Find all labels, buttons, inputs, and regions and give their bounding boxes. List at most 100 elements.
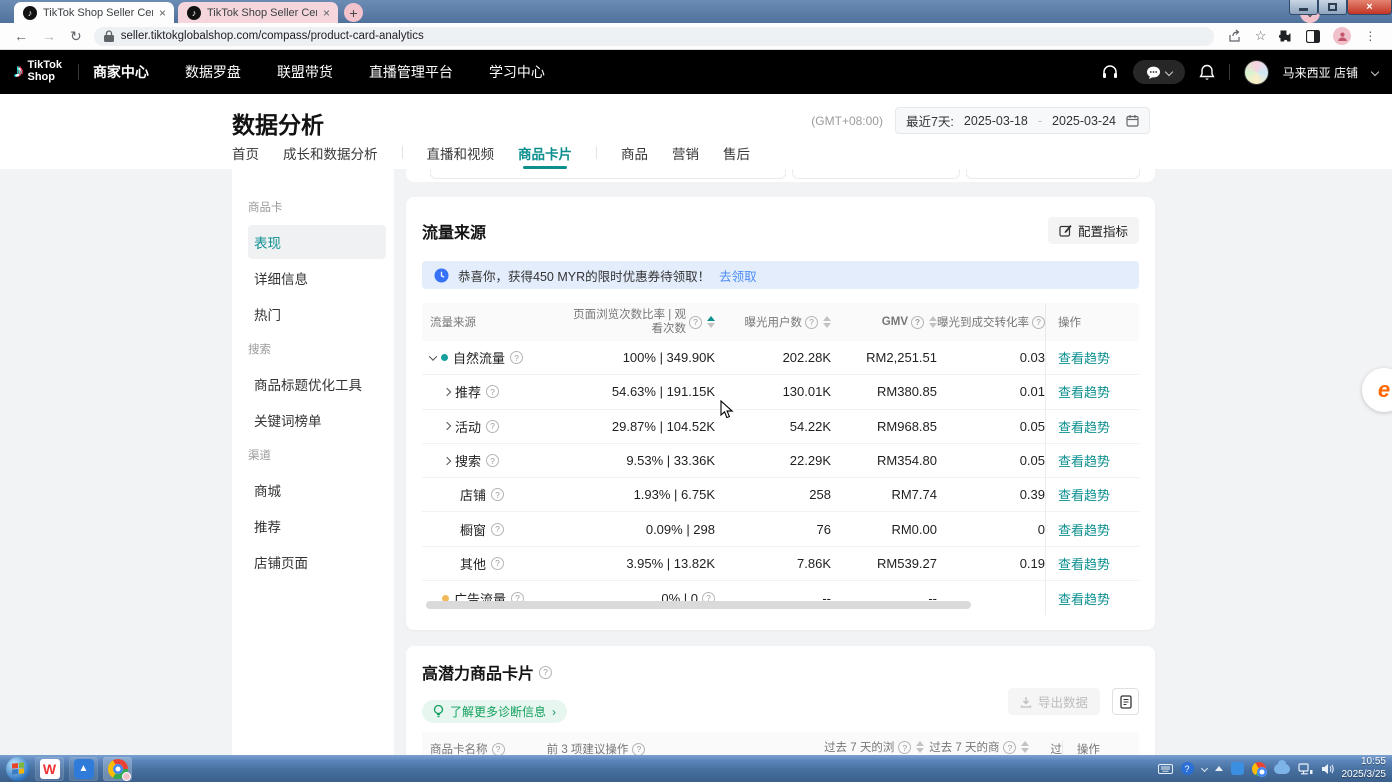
info-icon[interactable]: ? xyxy=(911,316,924,329)
col-users[interactable]: 曝光用户数 ? xyxy=(715,314,831,330)
close-window-button[interactable]: × xyxy=(1347,0,1392,15)
sidebar-item-shop-page[interactable]: 店铺页面 xyxy=(248,545,386,579)
tab-after-sales[interactable]: 售后 xyxy=(723,143,750,172)
info-icon[interactable]: ? xyxy=(539,666,552,679)
input-keyboard-icon[interactable] xyxy=(1158,764,1173,774)
tray-chrome-icon[interactable] xyxy=(1252,762,1266,776)
info-icon[interactable]: ? xyxy=(1032,316,1045,329)
network-icon[interactable] xyxy=(1298,763,1313,775)
cloud-icon[interactable] xyxy=(1274,764,1290,774)
coupon-banner-text: 恭喜你，获得450 MYR的限时优惠券待领取！ xyxy=(458,266,710,285)
nav-learning-center[interactable]: 学习中心 xyxy=(489,62,545,82)
tab-growth-analytics[interactable]: 成长和数据分析 xyxy=(283,143,378,172)
extensions-puzzle-icon[interactable] xyxy=(1279,29,1293,43)
tab-home[interactable]: 首页 xyxy=(232,143,259,172)
info-icon[interactable]: ? xyxy=(491,523,504,536)
tab-products[interactable]: 商品 xyxy=(621,143,648,172)
taskbar-app-button[interactable]: ▲ xyxy=(69,757,98,781)
start-button[interactable] xyxy=(6,757,30,781)
info-icon[interactable]: ? xyxy=(486,454,499,467)
new-tab-button[interactable]: + xyxy=(344,3,363,22)
tray-app-icon[interactable] xyxy=(1231,762,1244,775)
messages-button[interactable] xyxy=(1133,60,1185,84)
claim-coupon-link[interactable]: 去领取 xyxy=(719,266,757,285)
share-icon[interactable] xyxy=(1228,29,1242,43)
sidebar-item-keyword-ranking[interactable]: 关键词榜单 xyxy=(248,403,386,437)
configure-metrics-button[interactable]: 配置指标 xyxy=(1048,217,1139,244)
info-icon[interactable]: ? xyxy=(510,351,523,364)
minimize-button[interactable] xyxy=(1289,0,1318,15)
view-trend-link[interactable]: 查看趋势 xyxy=(1058,417,1110,436)
close-tab-icon[interactable]: × xyxy=(159,7,166,19)
info-icon[interactable]: ? xyxy=(1003,741,1016,754)
info-icon[interactable]: ? xyxy=(486,385,499,398)
chevron-down-icon[interactable] xyxy=(1371,68,1379,76)
bookmark-star-icon[interactable]: ☆ xyxy=(1255,28,1267,44)
info-icon[interactable]: ? xyxy=(689,316,702,329)
info-icon[interactable]: ? xyxy=(898,741,911,754)
browser-tab-1[interactable]: ♪ TikTok Shop Seller Center | Cr × xyxy=(14,2,174,23)
tray-chevron-icon[interactable] xyxy=(1200,765,1207,772)
col-conversion[interactable]: 曝光到成交转化率 ? xyxy=(937,314,1045,330)
tab-live-video[interactable]: 直播和视频 xyxy=(427,143,495,172)
speaker-icon[interactable] xyxy=(1321,763,1334,775)
tab-product-card[interactable]: 商品卡片 xyxy=(518,143,572,172)
info-icon[interactable]: ? xyxy=(632,743,645,756)
nav-data-compass[interactable]: 数据罗盘 xyxy=(185,62,241,82)
forward-icon[interactable]: → xyxy=(42,28,56,44)
view-trend-link[interactable]: 查看趋势 xyxy=(1058,451,1110,470)
chevron-right-icon: › xyxy=(552,705,556,719)
support-headset-icon[interactable] xyxy=(1101,63,1119,81)
view-trend-link[interactable]: 查看趋势 xyxy=(1058,554,1110,573)
date-range-picker[interactable]: 最近7天: 2025-03-18 - 2025-03-24 xyxy=(895,107,1150,134)
profile-avatar[interactable] xyxy=(1333,27,1351,45)
diagnosis-link[interactable]: 了解更多诊断信息 › xyxy=(422,700,567,723)
nav-affiliate[interactable]: 联盟带货 xyxy=(277,62,333,82)
col-gmv[interactable]: GMV ? xyxy=(831,316,937,329)
expand-icon[interactable] xyxy=(443,456,451,464)
sidebar-item-recommend[interactable]: 推荐 xyxy=(248,509,386,543)
browser-menu-icon[interactable]: ⋮ xyxy=(1364,29,1376,43)
export-data-button[interactable]: 导出数据 xyxy=(1008,688,1100,715)
tab-marketing[interactable]: 营销 xyxy=(672,143,699,172)
view-trend-link[interactable]: 查看趋势 xyxy=(1058,382,1110,401)
view-trend-link[interactable]: 查看趋势 xyxy=(1058,520,1110,539)
help-icon[interactable]: ? xyxy=(1181,762,1194,775)
horizontal-scrollbar[interactable] xyxy=(426,601,971,609)
col-ratio[interactable]: 页面浏览次数比率 | 观看次数 ? xyxy=(557,308,715,337)
sidebar-item-performance[interactable]: 表现 xyxy=(248,225,386,259)
maximize-button[interactable] xyxy=(1318,0,1347,15)
show-hidden-icons[interactable] xyxy=(1215,766,1223,771)
sidebar-item-title-optimizer[interactable]: 商品标题优化工具 xyxy=(248,367,386,401)
info-icon[interactable]: ? xyxy=(491,488,504,501)
chat-bubble-icon xyxy=(1146,66,1161,79)
table-row-recommend: 推荐? 54.63% | 191.15K 130.01K RM380.85 0.… xyxy=(422,375,1139,409)
taskbar-wps-button[interactable]: W xyxy=(35,757,64,781)
nav-live-manager[interactable]: 直播管理平台 xyxy=(369,62,453,82)
back-icon[interactable]: ← xyxy=(14,28,28,44)
view-trend-link[interactable]: 查看趋势 xyxy=(1058,485,1110,504)
browser-tab-2[interactable]: ♪ TikTok Shop Seller Center | Cr × xyxy=(178,2,338,23)
reload-icon[interactable]: ↻ xyxy=(70,28,82,45)
sidebar-item-details[interactable]: 详细信息 xyxy=(248,261,386,295)
info-icon[interactable]: ? xyxy=(491,557,504,570)
info-icon[interactable]: ? xyxy=(486,420,499,433)
expand-icon[interactable] xyxy=(443,422,451,430)
info-icon[interactable]: ? xyxy=(492,743,505,756)
expand-icon[interactable] xyxy=(443,388,451,396)
nav-seller-center[interactable]: 商家中心 xyxy=(93,62,149,82)
report-list-button[interactable] xyxy=(1112,688,1139,715)
sidebar-item-mall[interactable]: 商城 xyxy=(248,473,386,507)
collapse-icon[interactable] xyxy=(429,352,437,360)
address-bar[interactable]: seller.tiktokglobalshop.com/compass/prod… xyxy=(94,27,1214,46)
shop-avatar[interactable] xyxy=(1244,60,1269,85)
view-trend-link[interactable]: 查看趋势 xyxy=(1058,589,1110,608)
info-icon[interactable]: ? xyxy=(805,316,818,329)
taskbar-clock[interactable]: 10:55 2025/3/25 xyxy=(1342,756,1387,781)
taskbar-chrome-button[interactable] xyxy=(103,757,132,781)
side-panel-icon[interactable] xyxy=(1306,30,1320,43)
notifications-bell-icon[interactable] xyxy=(1199,64,1215,81)
close-tab-icon[interactable]: × xyxy=(323,7,330,19)
view-trend-link[interactable]: 查看趋势 xyxy=(1058,348,1110,367)
sidebar-item-trending[interactable]: 热门 xyxy=(248,297,386,331)
